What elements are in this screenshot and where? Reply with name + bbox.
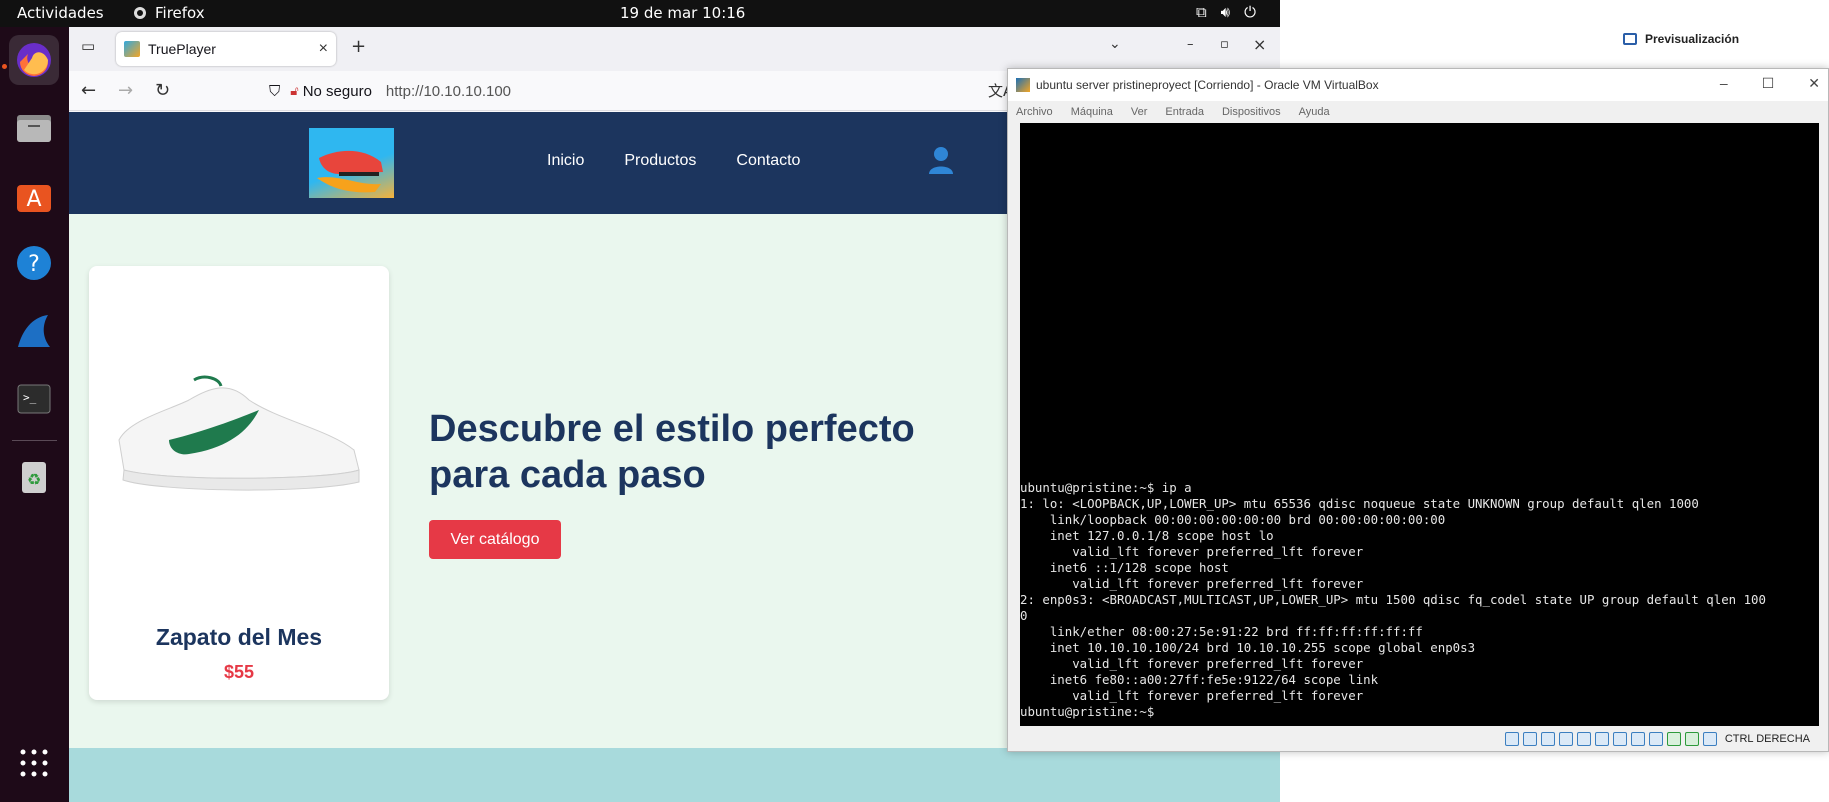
catalog-button[interactable]: Ver catálogo <box>429 520 561 559</box>
site-nav: Inicio Productos Contacto <box>547 152 800 170</box>
footer-band <box>69 748 1280 802</box>
app-name: Firefox <box>155 4 205 22</box>
vbox-close-icon[interactable]: ✕ <box>1808 75 1820 92</box>
vm-console[interactable]: ubuntu@pristine:~$ ip a 1: lo: <LOOPBACK… <box>1020 123 1819 726</box>
hero-title: Descubre el estilo perfecto para cada pa… <box>429 408 915 496</box>
forward-icon[interactable]: → <box>118 80 133 101</box>
menu-archivo[interactable]: Archivo <box>1016 106 1053 118</box>
virtualbox-icon <box>1016 78 1030 92</box>
nav-inicio[interactable]: Inicio <box>547 152 584 170</box>
vbox-menubar: Archivo Máquina Ver Entrada Dispositivos… <box>1008 101 1828 123</box>
user-icon[interactable] <box>928 146 954 178</box>
insecure-lock-icon: 🔓︎ <box>290 83 299 98</box>
preview-icon <box>1623 33 1637 45</box>
virtualization-icon[interactable] <box>1666 732 1681 746</box>
vbox-window-controls: – ☐ ✕ <box>1720 75 1820 92</box>
menu-dispositivos[interactable]: Dispositivos <box>1222 106 1281 118</box>
vbox-title: ubuntu server pristineproyect [Corriendo… <box>1036 78 1379 92</box>
system-tray[interactable]: ⧉ 🔊︎ ⏻ <box>1196 3 1256 21</box>
card-title: Zapato del Mes <box>155 624 323 650</box>
nav-productos[interactable]: Productos <box>624 152 696 170</box>
minimize-icon[interactable]: – <box>1187 37 1194 52</box>
vbox-maximize-icon[interactable]: ☐ <box>1762 75 1775 92</box>
svg-text:>_: >_ <box>23 391 37 404</box>
keyboard-capture-icon[interactable] <box>1702 732 1717 746</box>
svg-text:♻: ♻ <box>27 470 41 489</box>
firefox-icon[interactable] <box>9 35 59 85</box>
usb-icon[interactable] <box>1576 732 1591 746</box>
display-icon[interactable] <box>1612 732 1627 746</box>
security-label[interactable]: No seguro <box>303 83 372 100</box>
recording-icon[interactable] <box>1630 732 1645 746</box>
host-key-label[interactable]: CTRL DERECHA <box>1725 733 1810 745</box>
card-price: $55 <box>223 662 255 682</box>
address-bar[interactable]: ⛉ 🔓︎ No seguro http://10.10.10.100 <box>269 76 1049 106</box>
shared-folders-icon[interactable] <box>1594 732 1609 746</box>
close-window-icon[interactable]: × <box>1253 35 1266 54</box>
network-adapter-icon[interactable] <box>1558 732 1573 746</box>
tab-list-chevron-icon[interactable]: ⌄ <box>1109 36 1121 52</box>
preview-title: Previsualización <box>1645 32 1740 46</box>
activities-button[interactable]: Actividades <box>17 4 104 22</box>
terminal-icon[interactable]: >_ <box>9 374 59 424</box>
url-text[interactable]: http://10.10.10.100 <box>386 83 511 100</box>
menu-ayuda[interactable]: Ayuda <box>1299 106 1330 118</box>
volume-icon[interactable]: 🔊︎ <box>1221 3 1230 21</box>
preview-header[interactable]: Previsualización <box>1623 32 1739 46</box>
clock[interactable]: 19 de mar 10:16 <box>620 4 745 22</box>
top-bar: Actividades Firefox 19 de mar 10:16 ⧉ 🔊︎… <box>0 0 1280 27</box>
files-icon[interactable] <box>9 102 59 152</box>
network-icon[interactable]: ⧉ <box>1196 3 1207 21</box>
svg-text:A: A <box>26 187 41 212</box>
firefox-small-icon <box>134 7 146 19</box>
vbox-statusbar: CTRL DERECHA <box>1008 727 1828 751</box>
audio-icon[interactable] <box>1540 732 1555 746</box>
hard-disk-icon[interactable] <box>1504 732 1519 746</box>
optical-drive-icon[interactable] <box>1522 732 1537 746</box>
product-card[interactable]: Zapato del Mes $55 <box>89 266 389 700</box>
tab-strip: ▭ TruePlayer × + ⌄ – ▫ × <box>69 27 1280 71</box>
close-tab-icon[interactable]: × <box>319 40 328 58</box>
app-center-icon[interactable]: A <box>9 170 59 220</box>
app-grid-icon[interactable] <box>9 738 59 788</box>
tab-overview-icon[interactable]: ▭ <box>81 37 95 55</box>
help-icon[interactable]: ? <box>9 238 59 288</box>
new-tab-icon[interactable]: + <box>351 36 366 57</box>
menu-entrada[interactable]: Entrada <box>1165 106 1204 118</box>
favicon-icon <box>124 41 140 57</box>
tab-title: TruePlayer <box>148 41 216 57</box>
mouse-integration-icon[interactable] <box>1684 732 1699 746</box>
terminal-output: ubuntu@pristine:~$ ip a 1: lo: <LOOPBACK… <box>1020 480 1766 719</box>
menu-ver[interactable]: Ver <box>1131 106 1148 118</box>
virtualbox-window: ubuntu server pristineproyect [Corriendo… <box>1007 68 1829 752</box>
dock: A ? >_ ♻ <box>0 27 69 802</box>
running-indicator <box>2 64 7 69</box>
sneaker-image <box>118 375 360 491</box>
vbox-titlebar[interactable]: ubuntu server pristineproyect [Corriendo… <box>1008 69 1828 101</box>
wireshark-icon[interactable] <box>9 306 59 356</box>
vbox-minimize-icon[interactable]: – <box>1720 75 1728 92</box>
back-icon[interactable]: ← <box>81 80 96 101</box>
menu-maquina[interactable]: Máquina <box>1071 106 1113 118</box>
svg-text:?: ? <box>28 252 40 277</box>
power-icon[interactable]: ⏻ <box>1244 3 1256 21</box>
dock-separator <box>12 440 57 441</box>
vrde-icon[interactable] <box>1648 732 1663 746</box>
site-logo[interactable] <box>309 128 394 198</box>
trash-icon[interactable]: ♻ <box>9 452 59 502</box>
nav-contacto[interactable]: Contacto <box>736 152 800 170</box>
app-menu[interactable]: Firefox <box>133 4 205 22</box>
reload-icon[interactable]: ↻ <box>155 80 170 101</box>
maximize-icon[interactable]: ▫ <box>1220 37 1229 52</box>
tab-trueplayer[interactable]: TruePlayer × <box>116 32 336 66</box>
shield-icon[interactable]: ⛉ <box>269 83 280 100</box>
